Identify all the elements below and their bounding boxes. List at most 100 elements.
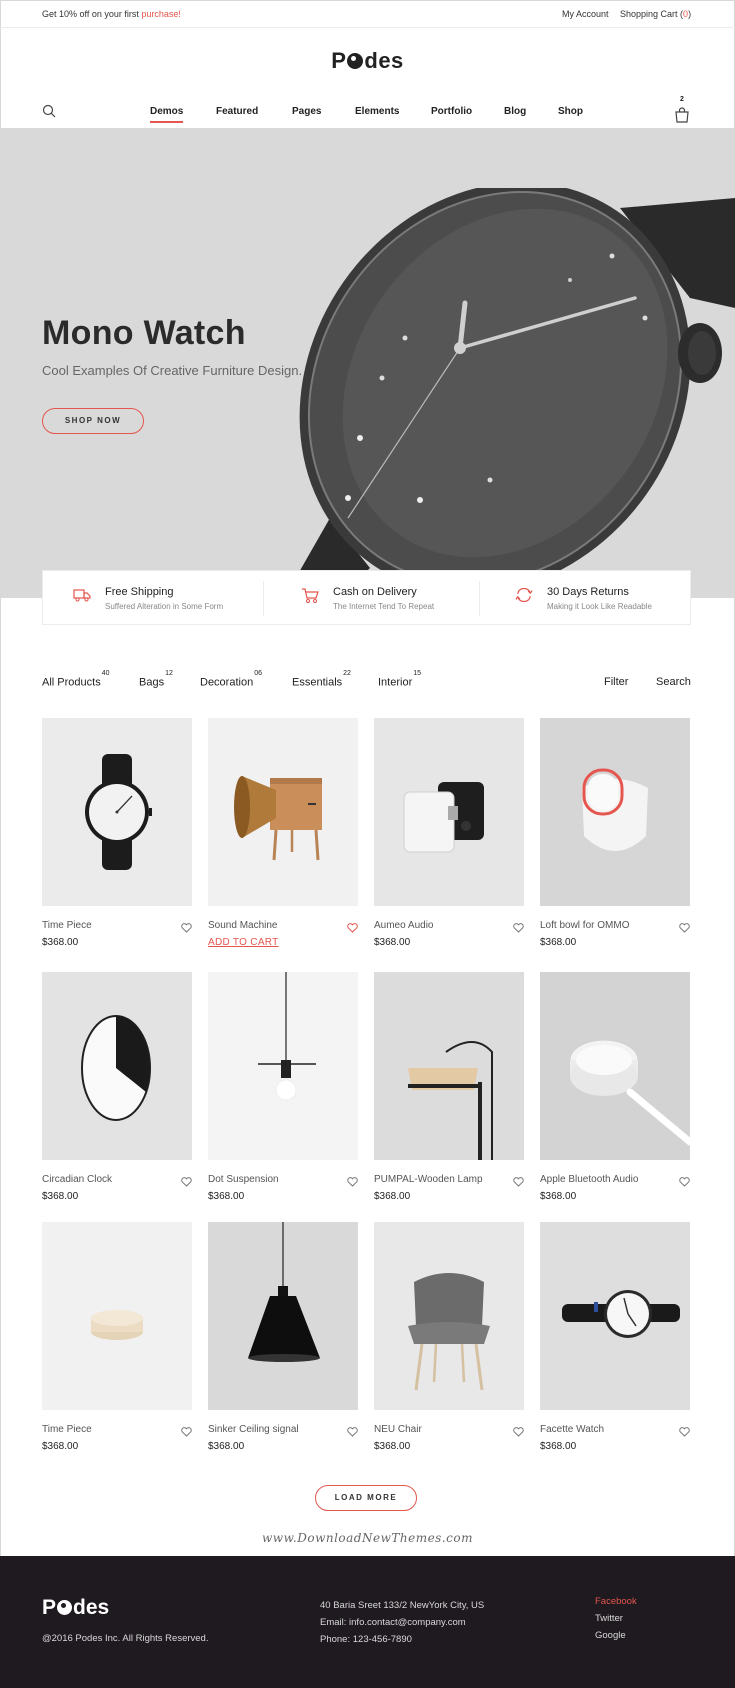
site-logo[interactable]: Pdes bbox=[0, 48, 735, 74]
product-image[interactable] bbox=[540, 1222, 690, 1410]
category-filters: All Products40 Bags12 Decoration06 Essen… bbox=[0, 670, 735, 692]
filter-label: All Products bbox=[42, 676, 101, 689]
heart-icon[interactable] bbox=[347, 1174, 358, 1192]
site-footer: Pdes @2016 Podes Inc. All Rights Reserve… bbox=[0, 1556, 735, 1688]
hero-subtitle: Cool Examples Of Creative Furniture Desi… bbox=[42, 363, 303, 378]
logo-text: des bbox=[73, 1596, 110, 1619]
footer-logo[interactable]: Pdes bbox=[42, 1596, 109, 1620]
search-button[interactable]: Search bbox=[656, 676, 691, 688]
filter-all-products[interactable]: All Products40 bbox=[42, 670, 110, 689]
feature-title: Cash on Delivery bbox=[333, 586, 417, 598]
heart-icon[interactable] bbox=[181, 1174, 192, 1192]
search-icon[interactable] bbox=[42, 104, 56, 123]
product-image[interactable] bbox=[42, 1222, 192, 1410]
hero-watch-image bbox=[290, 188, 735, 598]
filter-button[interactable]: Filter bbox=[604, 676, 628, 688]
heart-icon[interactable] bbox=[679, 1424, 690, 1442]
filter-interior[interactable]: Interior15 bbox=[378, 670, 421, 689]
heart-icon[interactable] bbox=[679, 920, 690, 938]
filter-count: 06 bbox=[254, 670, 262, 677]
nav-item-featured[interactable]: Featured bbox=[216, 106, 258, 117]
nav-item-pages[interactable]: Pages bbox=[292, 106, 321, 117]
social-link-facebook[interactable]: Facebook bbox=[595, 1596, 637, 1607]
nav-item-portfolio[interactable]: Portfolio bbox=[431, 106, 472, 117]
footer-email[interactable]: Email: info.contact@company.com bbox=[320, 1617, 466, 1628]
logo-mark-icon bbox=[57, 1600, 73, 1615]
filter-essentials[interactable]: Essentials22 bbox=[292, 670, 351, 689]
watermark-text: www.DownloadNewThemes.com bbox=[262, 1531, 473, 1545]
logo-letter: P bbox=[331, 48, 347, 73]
filter-label: Essentials bbox=[292, 676, 343, 689]
filter-label: Decoration bbox=[200, 676, 254, 689]
nav-item-demos[interactable]: Demos bbox=[150, 106, 184, 123]
promo-prefix: Get 10% off on your first bbox=[42, 9, 142, 19]
filter-label: Interior bbox=[378, 676, 413, 689]
nav-item-elements[interactable]: Elements bbox=[355, 106, 399, 117]
feature-subtitle: Suffered Alteration in Some Form bbox=[105, 602, 224, 611]
product-name[interactable]: PUMPAL-Wooden Lamp bbox=[374, 1174, 483, 1185]
product-name[interactable]: Sinker Ceiling signal bbox=[208, 1424, 299, 1435]
filter-bags[interactable]: Bags12 bbox=[139, 670, 173, 689]
product-name[interactable]: Circadian Clock bbox=[42, 1174, 112, 1185]
product-price: $368.00 bbox=[374, 937, 411, 948]
product-image[interactable] bbox=[208, 972, 358, 1160]
heart-icon[interactable] bbox=[513, 1174, 524, 1192]
product-image[interactable] bbox=[208, 718, 358, 906]
social-link-google[interactable]: Google bbox=[595, 1630, 626, 1641]
heart-icon[interactable] bbox=[181, 920, 192, 938]
feature-divider bbox=[263, 581, 264, 616]
product-image[interactable] bbox=[374, 718, 524, 906]
nav-item-shop[interactable]: Shop bbox=[558, 106, 583, 117]
filter-decoration[interactable]: Decoration06 bbox=[200, 670, 262, 689]
product-price: $368.00 bbox=[42, 1191, 79, 1202]
feature-divider bbox=[479, 581, 480, 616]
product-name[interactable]: Time Piece bbox=[42, 920, 92, 931]
truck-icon bbox=[73, 588, 91, 607]
heart-icon[interactable] bbox=[347, 920, 358, 938]
product-image[interactable] bbox=[540, 972, 690, 1160]
social-link-twitter[interactable]: Twitter bbox=[595, 1613, 623, 1624]
add-to-cart-link[interactable]: ADD TO CART bbox=[208, 937, 279, 948]
feature-title: 30 Days Returns bbox=[547, 586, 629, 598]
product-image[interactable] bbox=[208, 1222, 358, 1410]
logo-letter: P bbox=[42, 1596, 57, 1619]
product-image[interactable] bbox=[540, 718, 690, 906]
product-image[interactable] bbox=[42, 972, 192, 1160]
shopping-bag-icon[interactable]: 2 bbox=[674, 96, 690, 129]
product-image[interactable] bbox=[374, 972, 524, 1160]
return-icon bbox=[515, 587, 533, 607]
product-name[interactable]: Apple Bluetooth Audio bbox=[540, 1174, 638, 1185]
heart-icon[interactable] bbox=[513, 1424, 524, 1442]
product-name[interactable]: Time Piece bbox=[42, 1424, 92, 1435]
product-price: $368.00 bbox=[208, 1441, 245, 1452]
promo-suffix: ! bbox=[178, 9, 181, 19]
footer-phone: Phone: 123-456-7890 bbox=[320, 1634, 412, 1645]
load-more-button[interactable]: LOAD MORE bbox=[315, 1485, 417, 1511]
product-image[interactable] bbox=[374, 1222, 524, 1410]
product-name[interactable]: Facette Watch bbox=[540, 1424, 604, 1435]
product-name[interactable]: NEU Chair bbox=[374, 1424, 422, 1435]
promo-link[interactable]: purchase bbox=[141, 9, 178, 19]
product-name[interactable]: Loft bowl for OMMO bbox=[540, 920, 629, 931]
product-name[interactable]: Dot Suspension bbox=[208, 1174, 279, 1185]
product-image[interactable] bbox=[42, 718, 192, 906]
heart-icon[interactable] bbox=[513, 920, 524, 938]
product-price: $368.00 bbox=[42, 1441, 79, 1452]
hero-banner: Mono Watch Cool Examples Of Creative Fur… bbox=[0, 128, 735, 598]
logo-text: des bbox=[364, 48, 404, 73]
shop-now-button[interactable]: SHOP NOW bbox=[42, 408, 144, 434]
product-name[interactable]: Sound Machine bbox=[208, 920, 278, 931]
heart-icon[interactable] bbox=[181, 1424, 192, 1442]
product-name[interactable]: Aumeo Audio bbox=[374, 920, 434, 931]
product-price: $368.00 bbox=[540, 937, 577, 948]
nav-item-blog[interactable]: Blog bbox=[504, 106, 526, 117]
my-account-link[interactable]: My Account bbox=[562, 9, 609, 19]
heart-icon[interactable] bbox=[347, 1424, 358, 1442]
hero-title: Mono Watch bbox=[42, 314, 246, 352]
feature-subtitle: Making it Look Like Readable bbox=[547, 602, 652, 611]
filter-count: 15 bbox=[413, 670, 422, 677]
shopping-cart-link[interactable]: Shopping Cart (0) bbox=[620, 9, 691, 19]
heart-icon[interactable] bbox=[679, 1174, 690, 1192]
filter-label: Bags bbox=[139, 676, 165, 689]
copyright-text: @2016 Podes Inc. All Rights Reserved. bbox=[42, 1633, 209, 1644]
